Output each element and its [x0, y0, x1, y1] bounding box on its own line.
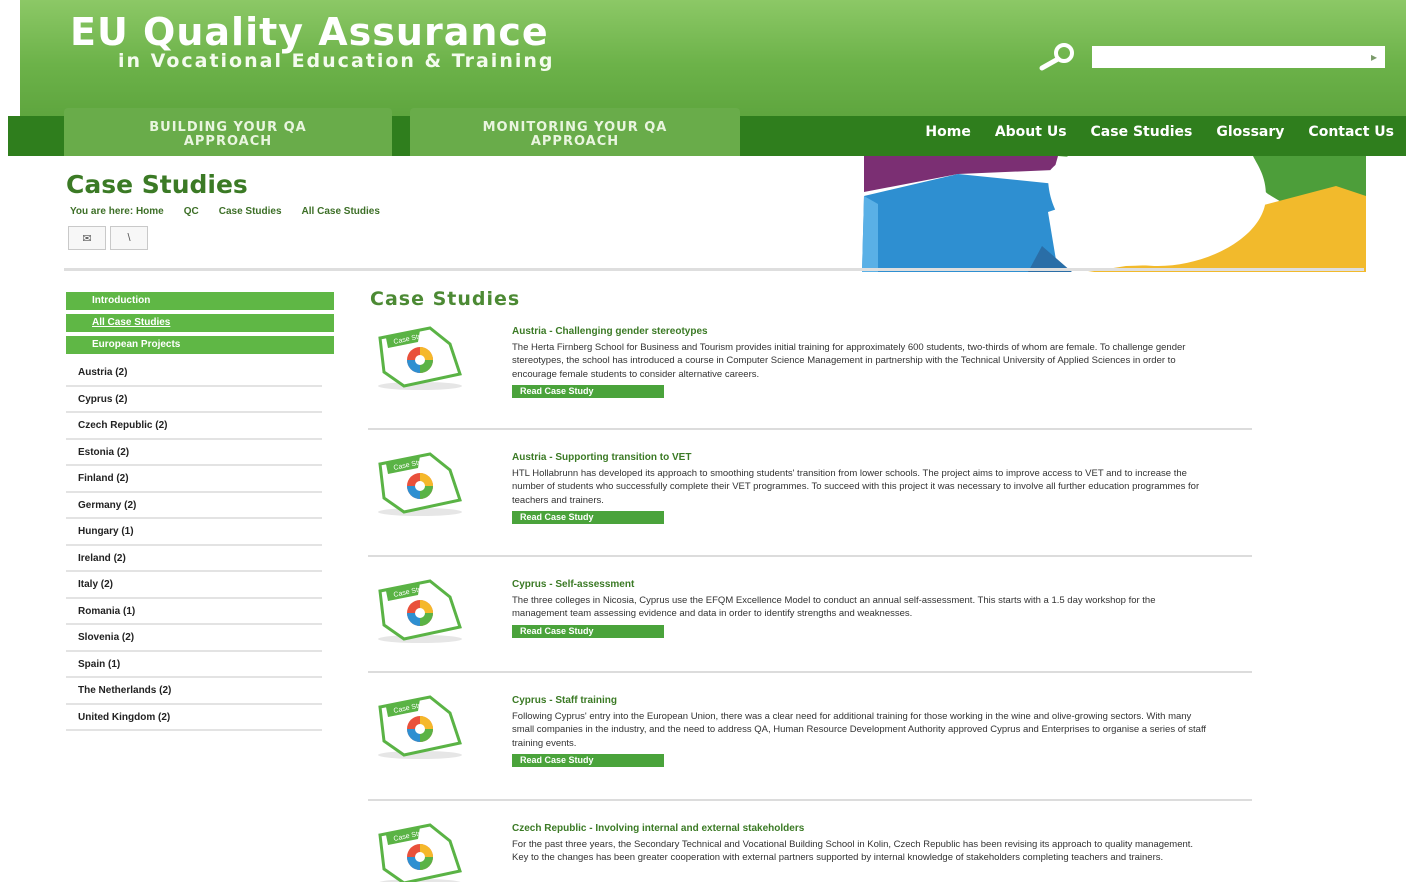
page-tools: ✉ \ [68, 226, 148, 250]
case-study-document-icon: Case Study [378, 579, 462, 643]
tab-building-qa[interactable]: BUILDING YOUR QA APPROACH [64, 108, 392, 156]
sidebar-item-all-case-studies[interactable]: All Case Studies [66, 314, 334, 332]
search-go-button[interactable]: ▸ [1363, 46, 1385, 68]
country-item-slovenia[interactable]: Slovenia (2) [66, 625, 322, 652]
search-input[interactable] [1092, 46, 1384, 68]
case-study-document-icon: Case Study [378, 823, 462, 882]
sidebar: Introduction All Case Studies European P… [66, 292, 334, 731]
case-item: Case Study Cyprus - Self-assessment The … [368, 557, 1252, 673]
search-icon [1039, 43, 1074, 71]
case-title-link[interactable]: Cyprus - Staff training [512, 695, 1252, 706]
case-item: Case Study Austria - Supporting transiti… [368, 430, 1252, 557]
country-item-austria[interactable]: Austria (2) [66, 360, 322, 387]
breadcrumb-case-studies[interactable]: Case Studies [219, 206, 282, 217]
case-list: Case Study Austria - Challenging gender … [368, 318, 1252, 882]
country-item-estonia[interactable]: Estonia (2) [66, 440, 322, 466]
sidebar-item-introduction[interactable]: Introduction [66, 292, 334, 310]
tab-monitoring-qa-line1: MONITORING YOUR QA [482, 120, 668, 135]
main-nav: BUILDING YOUR QA APPROACH MONITORING YOU… [8, 108, 1406, 156]
read-case-study-button[interactable]: Read Case Study [512, 511, 664, 525]
case-description: The Herta Firnberg School for Business a… [512, 342, 1186, 380]
country-item-united-kingdom[interactable]: United Kingdom (2) [66, 705, 322, 731]
country-list: Austria (2) Cyprus (2) Czech Republic (2… [66, 360, 322, 731]
case-description: HTL Hollabrunn has developed its approac… [512, 468, 1200, 506]
banner-cycle-graphic [862, 156, 1366, 272]
breadcrumb-home[interactable]: You are here: Home [70, 206, 164, 217]
breadcrumb-current: All Case Studies [301, 206, 380, 217]
country-item-italy[interactable]: Italy (2) [66, 572, 322, 599]
country-item-netherlands[interactable]: The Netherlands (2) [66, 678, 322, 705]
case-title-link[interactable]: Czech Republic - Involving internal and … [512, 823, 1252, 834]
site-title[interactable]: EU Quality Assurance [70, 10, 549, 54]
country-item-spain[interactable]: Spain (1) [66, 652, 322, 678]
nav-link-glossary[interactable]: Glossary [1216, 124, 1284, 140]
banner-divider [64, 268, 1364, 271]
read-case-study-button[interactable]: Read Case Study [512, 754, 664, 768]
site-subtitle: in Vocational Education & Training [118, 50, 555, 72]
country-item-germany[interactable]: Germany (2) [66, 493, 322, 519]
read-case-study-button[interactable]: Read Case Study [512, 385, 664, 399]
case-item: Case Study Austria - Challenging gender … [368, 318, 1252, 430]
case-title-link[interactable]: Cyprus - Self-assessment [512, 579, 1252, 590]
nav-link-home[interactable]: Home [925, 124, 970, 140]
country-item-hungary[interactable]: Hungary (1) [66, 519, 322, 546]
country-item-cyprus[interactable]: Cyprus (2) [66, 387, 322, 413]
country-item-romania[interactable]: Romania (1) [66, 599, 322, 625]
email-button[interactable]: ✉ [68, 226, 106, 250]
tab-monitoring-qa-line2: APPROACH [530, 134, 620, 149]
read-case-study-button[interactable]: Read Case Study [512, 624, 664, 638]
case-item: Case Study Cyprus - Staff training Follo… [368, 673, 1252, 801]
section-heading: Case Studies [370, 288, 521, 310]
case-study-document-icon: Case Study [378, 326, 462, 390]
breadcrumb-qc[interactable]: QC [184, 206, 199, 217]
country-item-czech-republic[interactable]: Czech Republic (2) [66, 413, 322, 440]
nav-link-about-us[interactable]: About Us [995, 124, 1067, 140]
tab-monitoring-qa[interactable]: MONITORING YOUR QA APPROACH [410, 108, 740, 156]
case-title-link[interactable]: Austria - Challenging gender stereotypes [512, 326, 1252, 337]
nav-link-contact-us[interactable]: Contact Us [1308, 124, 1394, 140]
top-links: Home About Us Case Studies Glossary Cont… [925, 124, 1394, 140]
print-button[interactable]: \ [110, 226, 148, 250]
case-study-document-icon: Case Study [378, 695, 462, 759]
case-title-link[interactable]: Austria - Supporting transition to VET [512, 452, 1252, 463]
country-item-ireland[interactable]: Ireland (2) [66, 546, 322, 572]
case-study-document-icon: Case Study [378, 452, 462, 516]
site-header: EU Quality Assurance in Vocational Educa… [20, 0, 1406, 118]
case-item: Case Study Czech Republic - Involving in… [368, 801, 1252, 882]
case-description: Following Cyprus' entry into the Europea… [512, 711, 1207, 749]
breadcrumb: You are here: Home QC Case Studies All C… [70, 206, 380, 217]
tab-building-qa-line1: BUILDING YOUR QA [149, 120, 307, 135]
page-title: Case Studies [66, 170, 248, 199]
tab-building-qa-line2: APPROACH [183, 134, 273, 149]
nav-link-case-studies[interactable]: Case Studies [1091, 124, 1193, 140]
sidebar-item-european-projects[interactable]: European Projects [66, 336, 334, 354]
case-description: For the past three years, the Secondary … [512, 839, 1194, 864]
case-description: The three colleges in Nicosia, Cyprus us… [512, 595, 1156, 620]
country-item-finland[interactable]: Finland (2) [66, 466, 322, 493]
